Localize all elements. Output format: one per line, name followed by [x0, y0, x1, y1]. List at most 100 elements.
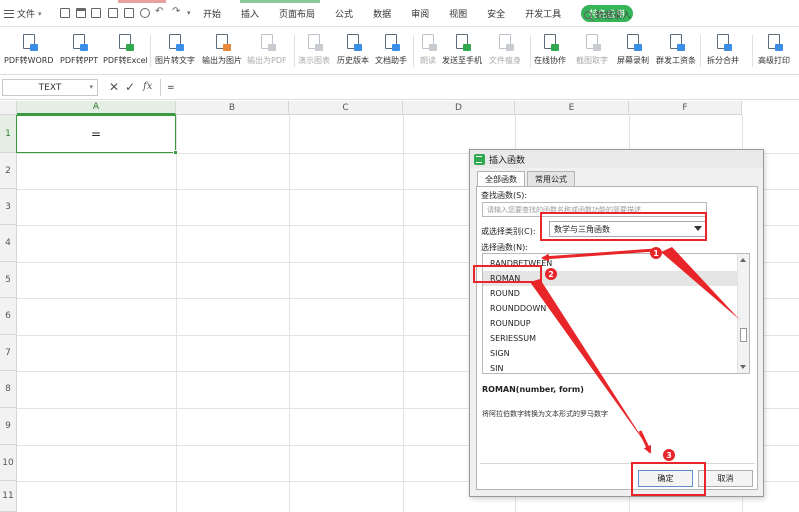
row-header-7[interactable]: 7: [0, 335, 17, 371]
column-header-a[interactable]: A: [17, 101, 176, 115]
pdf-to-word-icon: [20, 33, 38, 51]
customize-toolbar-icon[interactable]: ▾: [187, 9, 191, 17]
column-header-b[interactable]: B: [176, 101, 289, 115]
column-header-f[interactable]: F: [629, 101, 742, 115]
open-folder-icon[interactable]: [76, 8, 86, 18]
pdf-to-word-button[interactable]: PDF转WORD: [4, 33, 54, 69]
tab-review[interactable]: 审阅: [411, 7, 429, 20]
export-image-button[interactable]: 输出为图片: [202, 33, 242, 69]
function-item-rounddown[interactable]: ROUNDDOWN: [483, 301, 738, 316]
tab-view[interactable]: 视图: [449, 7, 467, 20]
ribbon-divider: [150, 35, 151, 67]
file-menu[interactable]: 文件 ▾: [4, 6, 42, 21]
payslip-button[interactable]: 群发工资条: [656, 33, 696, 69]
name-box[interactable]: TEXT ▾: [2, 79, 98, 96]
fill-handle[interactable]: [173, 150, 178, 155]
history-version-button[interactable]: 历史版本: [337, 33, 369, 69]
tab-all-functions[interactable]: 全部函数: [477, 171, 525, 187]
ribbon-button-label: PDF转Excel: [103, 56, 148, 65]
cancel-button[interactable]: 取消: [698, 470, 753, 487]
function-item-round[interactable]: ROUND: [483, 286, 738, 301]
pdf-to-ppt-icon: [70, 33, 89, 51]
split-merge-button[interactable]: 拆分合并: [707, 33, 739, 69]
online-collab-button[interactable]: 在线协作: [534, 33, 566, 69]
function-item-sign[interactable]: SIGN: [483, 346, 738, 361]
tab-formulas[interactable]: 公式: [335, 7, 353, 20]
cancel-entry-icon[interactable]: ✕: [109, 80, 119, 94]
export-pdf-button[interactable]: 输出为PDF: [247, 33, 287, 69]
ribbon-button-label: 在线协作: [534, 56, 566, 65]
column-header-e[interactable]: E: [515, 101, 629, 115]
row-header-5[interactable]: 5: [0, 262, 17, 298]
screen-record-button[interactable]: 屏幕录制: [617, 33, 649, 69]
ribbon-button-label: 群发工资条: [656, 56, 696, 65]
column-header-d[interactable]: D: [403, 101, 515, 115]
demo-chart-button[interactable]: 演示图表: [298, 33, 330, 69]
tab-security[interactable]: 安全: [487, 7, 505, 20]
row-header-9[interactable]: 9: [0, 408, 17, 445]
payslip-icon: [667, 33, 685, 51]
tab-home[interactable]: 开始: [203, 7, 221, 20]
row-header-2[interactable]: 2: [0, 153, 17, 189]
undo-icon[interactable]: ↶: [155, 6, 163, 17]
tab-insert[interactable]: 插入: [241, 7, 259, 20]
confirm-entry-icon[interactable]: ✓: [125, 80, 135, 94]
ribbon-divider: [530, 35, 531, 67]
row-header-10[interactable]: 10: [0, 445, 17, 481]
ribbon-button-label: PDF转WORD: [4, 56, 54, 65]
tab-developer[interactable]: 开发工具: [525, 7, 561, 20]
chevron-down-icon: ▾: [38, 9, 42, 18]
function-signature: ROMAN(number, form): [482, 385, 584, 394]
print-icon[interactable]: [108, 8, 118, 18]
image-to-text-button[interactable]: 图片转文字: [155, 33, 195, 69]
name-box-value: TEXT: [38, 82, 62, 93]
scroll-up-icon[interactable]: [740, 258, 746, 262]
print-preview-icon[interactable]: [124, 8, 134, 18]
pdf-to-ppt-button[interactable]: PDF转PPT: [60, 33, 98, 69]
row-header-6[interactable]: 6: [0, 298, 17, 335]
read-aloud-button[interactable]: 朗读: [419, 33, 437, 69]
active-cell-a1[interactable]: =: [16, 115, 178, 155]
function-list-scrollbar[interactable]: [737, 254, 749, 373]
row-header-8[interactable]: 8: [0, 371, 17, 408]
command-search[interactable]: 数据录入: [584, 8, 631, 21]
scrollbar-thumb[interactable]: [740, 328, 747, 342]
ribbon-button-label: 高级打印: [758, 56, 790, 65]
search-function-label: 查找函数(S):: [481, 191, 528, 200]
function-item-roundup[interactable]: ROUNDUP: [483, 316, 738, 331]
new-file-icon[interactable]: [60, 8, 70, 18]
advanced-print-button[interactable]: 高级打印: [758, 33, 790, 69]
ribbon-button-label: PDF转PPT: [60, 56, 99, 65]
file-slim-button[interactable]: 文件瘦身: [489, 33, 521, 69]
send-to-phone-button[interactable]: 发送至手机: [442, 33, 482, 69]
row-header-4[interactable]: 4: [0, 225, 17, 262]
function-description: 将阿拉伯数字转换为文本形式的罗马数字: [482, 410, 608, 418]
function-item-sin[interactable]: SIN: [483, 361, 738, 373]
tab-common-formulas[interactable]: 常用公式: [527, 171, 575, 186]
row-header-1[interactable]: 1: [0, 115, 17, 153]
pdf-to-excel-button[interactable]: PDF转Excel: [103, 33, 148, 69]
menu-tabs: 开始 插入 页面布局 公式 数据 审阅 视图 安全 开发工具 特色应用: [203, 0, 643, 27]
redo-icon[interactable]: ↷: [172, 6, 180, 17]
category-label: 或选择类别(C):: [481, 227, 536, 236]
ribbon-button-label: 文件瘦身: [489, 56, 521, 65]
save-icon[interactable]: [91, 8, 101, 18]
screenshot-text-button[interactable]: 截图取字: [576, 33, 608, 69]
ribbon-button-label: 演示图表: [298, 56, 330, 65]
insert-function-icon[interactable]: fx: [143, 81, 152, 92]
scroll-down-icon[interactable]: [740, 365, 746, 369]
column-header-c[interactable]: C: [289, 101, 403, 115]
tab-page-layout[interactable]: 页面布局: [279, 7, 315, 20]
format-painter-icon[interactable]: [140, 8, 150, 18]
formula-input[interactable]: =: [160, 79, 798, 96]
row-header-11[interactable]: 11: [0, 481, 17, 512]
doc-assistant-button[interactable]: 文档助手: [375, 33, 407, 69]
select-all-corner[interactable]: [0, 101, 17, 115]
ribbon-button-label: 发送至手机: [442, 56, 482, 65]
ribbon-divider: [752, 35, 753, 67]
function-item-seriessum[interactable]: SERIESSUM: [483, 331, 738, 346]
dialog-title-bar[interactable]: 插入函数: [470, 150, 763, 168]
tab-data[interactable]: 数据: [373, 7, 391, 20]
ribbon-divider: [294, 35, 295, 67]
row-header-3[interactable]: 3: [0, 189, 17, 225]
